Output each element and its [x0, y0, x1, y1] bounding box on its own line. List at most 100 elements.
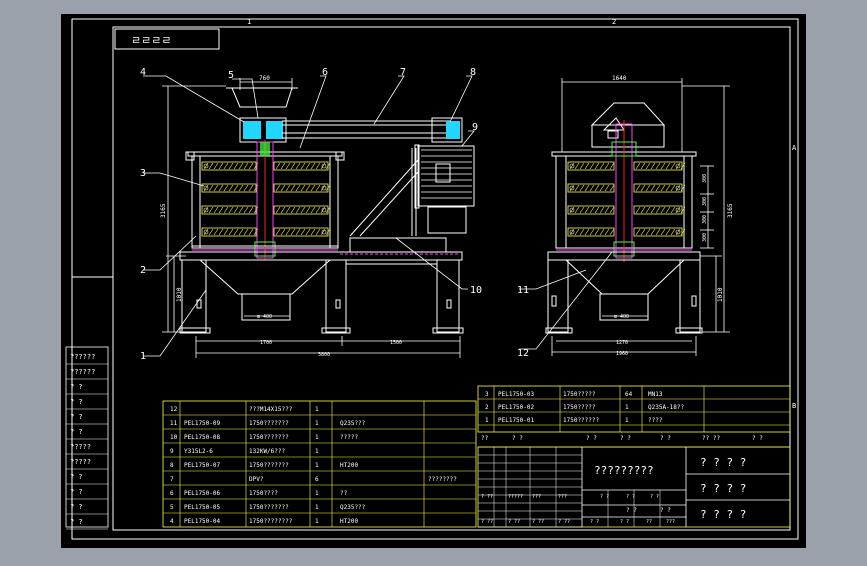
- parts-code: PEL1750-08: [184, 434, 221, 441]
- left-column-cell: ? ?: [70, 413, 83, 421]
- dim-vert-2: 300: [702, 215, 708, 224]
- header-cell: ??: [481, 435, 489, 442]
- parts-material: ?????: [340, 434, 358, 441]
- parts-code: PEL1750-04: [184, 518, 221, 525]
- upper-name: 1750?????: [563, 391, 596, 398]
- parts-no: 9: [170, 448, 174, 455]
- title-block-row-b: ? ?: [660, 507, 671, 514]
- parts-qty: 1: [315, 406, 319, 413]
- left-column-cell: ? ?: [70, 503, 83, 511]
- title-block-row-c: ? ?: [620, 519, 629, 525]
- dim-height-left: 3165: [160, 203, 167, 218]
- title-block-row-c: ? ??: [532, 519, 544, 525]
- callout-9: 9: [472, 122, 478, 133]
- cad-viewport: 1 2 A B ㄹㄹㄹㄹ ????????????? ?? ?? ?? ????…: [0, 0, 867, 562]
- parts-no: 4: [170, 518, 174, 525]
- left-column-cell: ? ?: [70, 473, 83, 481]
- title-block-row-a: ???: [532, 494, 541, 500]
- dim-vert-1: 300: [702, 197, 708, 206]
- dim-height-right: 3165: [727, 203, 734, 218]
- parts-name: 1750????: [249, 490, 278, 497]
- left-column-cell: ? ?: [70, 398, 83, 406]
- parts-qty: 1: [315, 490, 319, 497]
- ruler-mark-left: 1: [247, 18, 251, 26]
- left-column-cell: ?????: [70, 458, 91, 466]
- header-cell: ? ?: [620, 435, 631, 442]
- parts-material: HT200: [340, 462, 358, 469]
- upper-no: 1: [485, 417, 489, 424]
- left-column-cell: ?????: [70, 443, 91, 451]
- dim-base-total: 3800: [318, 352, 330, 358]
- upper-code: PEL1750-02: [498, 404, 535, 411]
- parts-qty: 1: [315, 462, 319, 469]
- callout-4: 4: [140, 67, 146, 78]
- callout-1: 1: [140, 351, 146, 362]
- parts-note: ????????: [428, 476, 457, 483]
- title-block-row-c: ??: [646, 519, 652, 525]
- title-block-right-1: ? ? ? ?: [700, 456, 746, 469]
- upper-material: Q235A-18??: [648, 404, 685, 411]
- dim-outlet-left: ⊞ 400: [257, 314, 272, 320]
- parts-name: 1750???????: [249, 504, 289, 511]
- cad-drawing-canvas[interactable]: 1 2 A B ㄹㄹㄹㄹ ????????????? ?? ?? ?? ????…: [0, 0, 867, 562]
- parts-no: 11: [170, 420, 178, 427]
- callout-7: 7: [400, 67, 406, 78]
- parts-code: Y315L2-6: [184, 448, 213, 455]
- dim-top-width-right: 1640: [612, 75, 627, 82]
- parts-name: 132KW/6???: [249, 448, 286, 455]
- parts-qty: 1: [315, 504, 319, 511]
- header-cell: ? ?: [752, 435, 763, 442]
- parts-qty: 1: [315, 448, 319, 455]
- dim-base-2: 1500: [390, 340, 402, 346]
- parts-no: 6: [170, 490, 174, 497]
- parts-material: Q235???: [340, 504, 366, 511]
- dim-leg-height-right: 1010: [717, 287, 724, 302]
- left-column-cell: ? ?: [70, 383, 83, 391]
- callout-2: 2: [140, 265, 146, 276]
- title-block-row-a: ? ?: [600, 494, 609, 500]
- left-column-cell: ? ?: [70, 518, 83, 526]
- parts-name: DPV?: [249, 476, 264, 483]
- dim-vert-0: 300: [702, 174, 708, 183]
- title-stamp: ㄹㄹㄹㄹ: [131, 34, 171, 47]
- parts-code: PEL1750-09: [184, 420, 221, 427]
- title-block-row-b: ? ?: [626, 507, 637, 514]
- parts-code: PEL1750-06: [184, 490, 221, 497]
- parts-qty: 1: [315, 420, 319, 427]
- callout-3: 3: [140, 168, 146, 179]
- parts-code: PEL1750-07: [184, 462, 221, 469]
- dim-side-base-total: 1960: [616, 351, 628, 357]
- parts-material: ??: [340, 490, 348, 497]
- title-block-main-title: ?????????: [594, 464, 654, 477]
- callout-11: 11: [517, 285, 529, 296]
- left-column-cell: ? ?: [70, 488, 83, 496]
- parts-name: 1750???????: [249, 434, 289, 441]
- title-block-row-c: ? ??: [558, 519, 570, 525]
- parts-name: ???M14X15???: [249, 406, 293, 413]
- upper-material: ????: [648, 417, 663, 424]
- upper-qty: 1: [625, 404, 629, 411]
- title-block-row-c: ? ??: [481, 519, 493, 525]
- parts-qty: 1: [315, 518, 319, 525]
- ruler-mark-right: 2: [612, 18, 616, 26]
- header-cell: ? ?: [660, 435, 671, 442]
- callout-6: 6: [322, 67, 328, 78]
- header-cell: ? ?: [586, 435, 597, 442]
- parts-no: 7: [170, 476, 174, 483]
- upper-code: PEL1750-03: [498, 391, 535, 398]
- title-block-right-2: ? ? ? ?: [700, 482, 746, 495]
- callout-5: 5: [228, 70, 234, 81]
- upper-code: PEL1750-01: [498, 417, 535, 424]
- parts-material: HT200: [340, 518, 358, 525]
- title-block-row-c: ???: [666, 519, 675, 525]
- parts-no: 10: [170, 434, 178, 441]
- parts-no: 5: [170, 504, 174, 511]
- left-column-cell: ? ?: [70, 428, 83, 436]
- left-column-cell: ??????: [70, 368, 95, 376]
- parts-name: 1750???????: [249, 420, 289, 427]
- callout-12: 12: [517, 348, 529, 359]
- parts-qty: 6: [315, 476, 319, 483]
- parts-no: 12: [170, 406, 178, 413]
- upper-qty: 64: [625, 391, 633, 398]
- left-column-cell: ??????: [70, 353, 95, 361]
